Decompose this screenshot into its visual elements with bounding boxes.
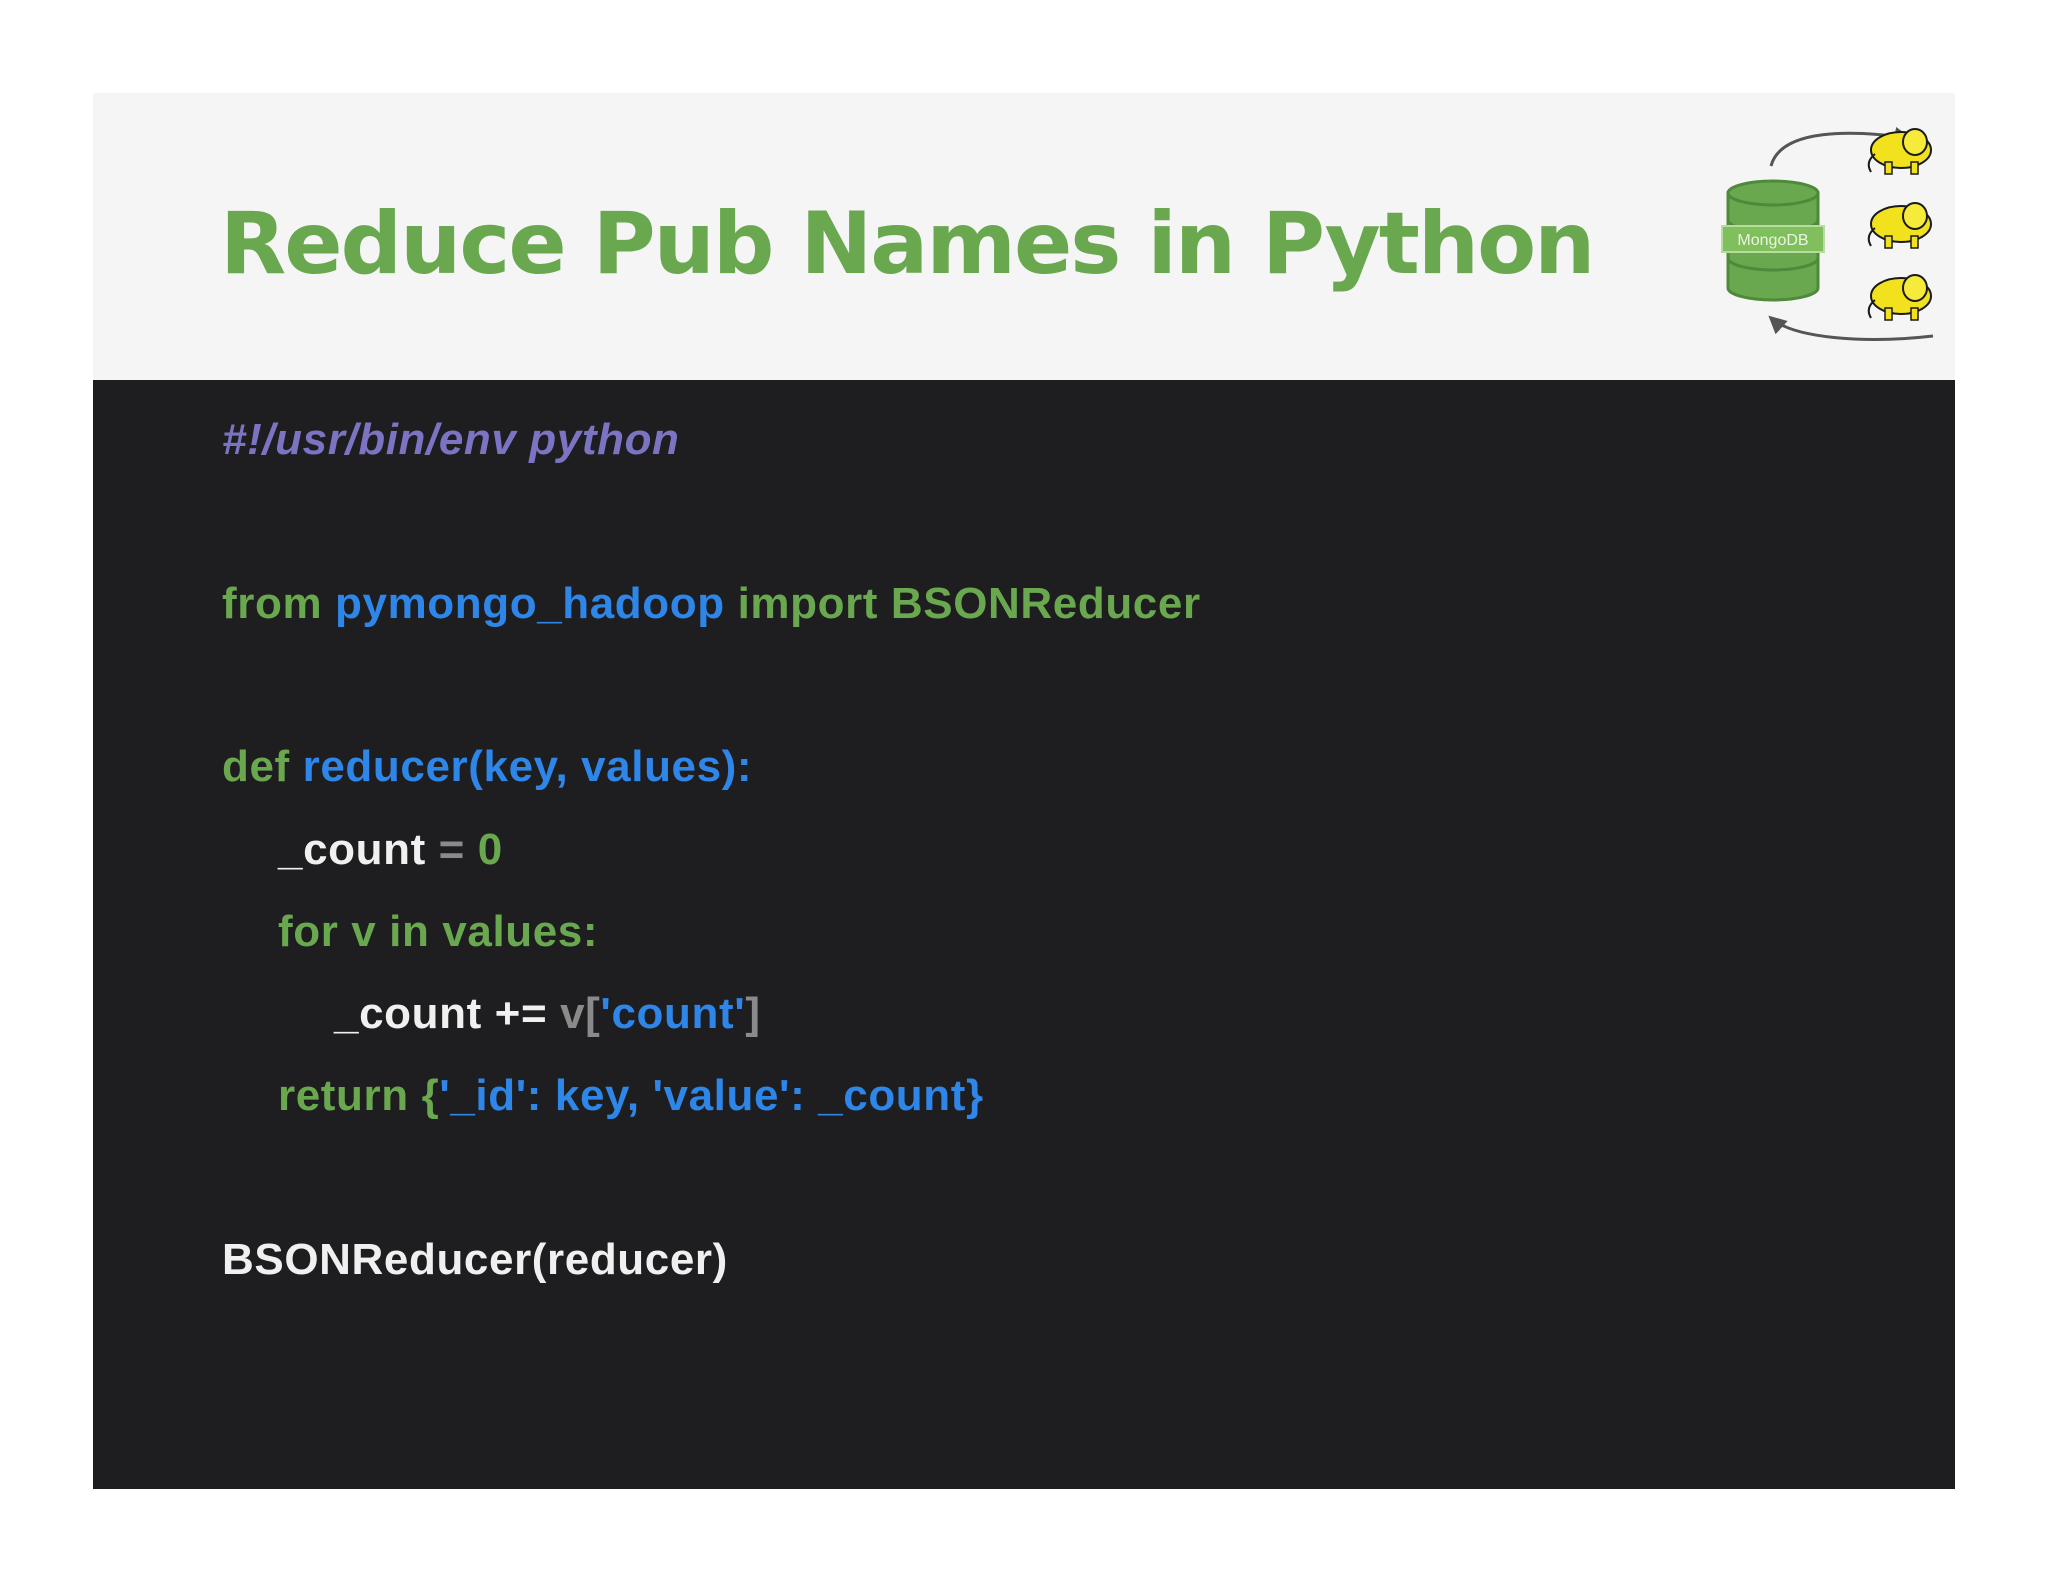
code-line-count-add: _count += v['count'] — [334, 984, 761, 1044]
code-line-def: def reducer(key, values): — [222, 737, 752, 797]
keyword-token: def — [222, 742, 290, 791]
slide-header: Reduce Pub Names in Python MongoDB — [93, 93, 1955, 380]
variable-token: _count — [278, 825, 426, 874]
slide-title: Reduce Pub Names in Python — [220, 194, 1595, 294]
dict-token: '_id': key, 'value': _count — [439, 1071, 967, 1120]
call-token: BSONReducer(reducer) — [222, 1235, 728, 1284]
class-token: BSONReducer — [890, 579, 1201, 628]
keyword-token: import — [737, 579, 879, 628]
comment-token: #!/usr/bin/env python — [222, 415, 680, 464]
code-block: #!/usr/bin/env python from pymongo_hadoo… — [93, 380, 1955, 1489]
brace-token: } — [966, 1071, 984, 1120]
keyword-token: from — [222, 579, 323, 628]
code-line-shebang: #!/usr/bin/env python — [222, 410, 680, 470]
code-line-for: for v in values: — [278, 902, 598, 962]
code-line-count-init: _count = 0 — [278, 820, 503, 880]
svg-text:MongoDB: MongoDB — [1737, 232, 1808, 249]
variable-token: _count — [334, 989, 482, 1038]
keyword-token: return — [278, 1071, 409, 1120]
bracket-token: ] — [745, 989, 761, 1038]
hadoop-elephant-icon — [1867, 274, 1932, 321]
code-line-import: from pymongo_hadoop import BSONReducer — [222, 574, 1201, 634]
variable-token: v — [560, 989, 586, 1038]
function-signature-token: reducer(key, values): — [302, 742, 753, 791]
arrow-left-icon — [1768, 315, 1934, 341]
mongodb-cylinder-icon: MongoDB — [1721, 179, 1825, 302]
slide: Reduce Pub Names in Python MongoDB #!/us… — [93, 93, 1955, 1489]
code-line-call: BSONReducer(reducer) — [222, 1230, 728, 1290]
code-line-return: return {'_id': key, 'value': _count} — [278, 1066, 984, 1126]
string-token: 'count' — [600, 989, 746, 1038]
bracket-token: [ — [585, 989, 601, 1038]
mongodb-hadoop-logo: MongoDB — [1721, 127, 1934, 341]
keyword-token: for v in values: — [278, 907, 599, 956]
module-token: pymongo_hadoop — [335, 579, 725, 628]
number-token: 0 — [477, 825, 503, 874]
hadoop-elephant-icon — [1867, 202, 1932, 249]
operator-token: = — [438, 825, 465, 874]
operator-token: += — [494, 989, 548, 1038]
brace-token: { — [421, 1071, 440, 1120]
